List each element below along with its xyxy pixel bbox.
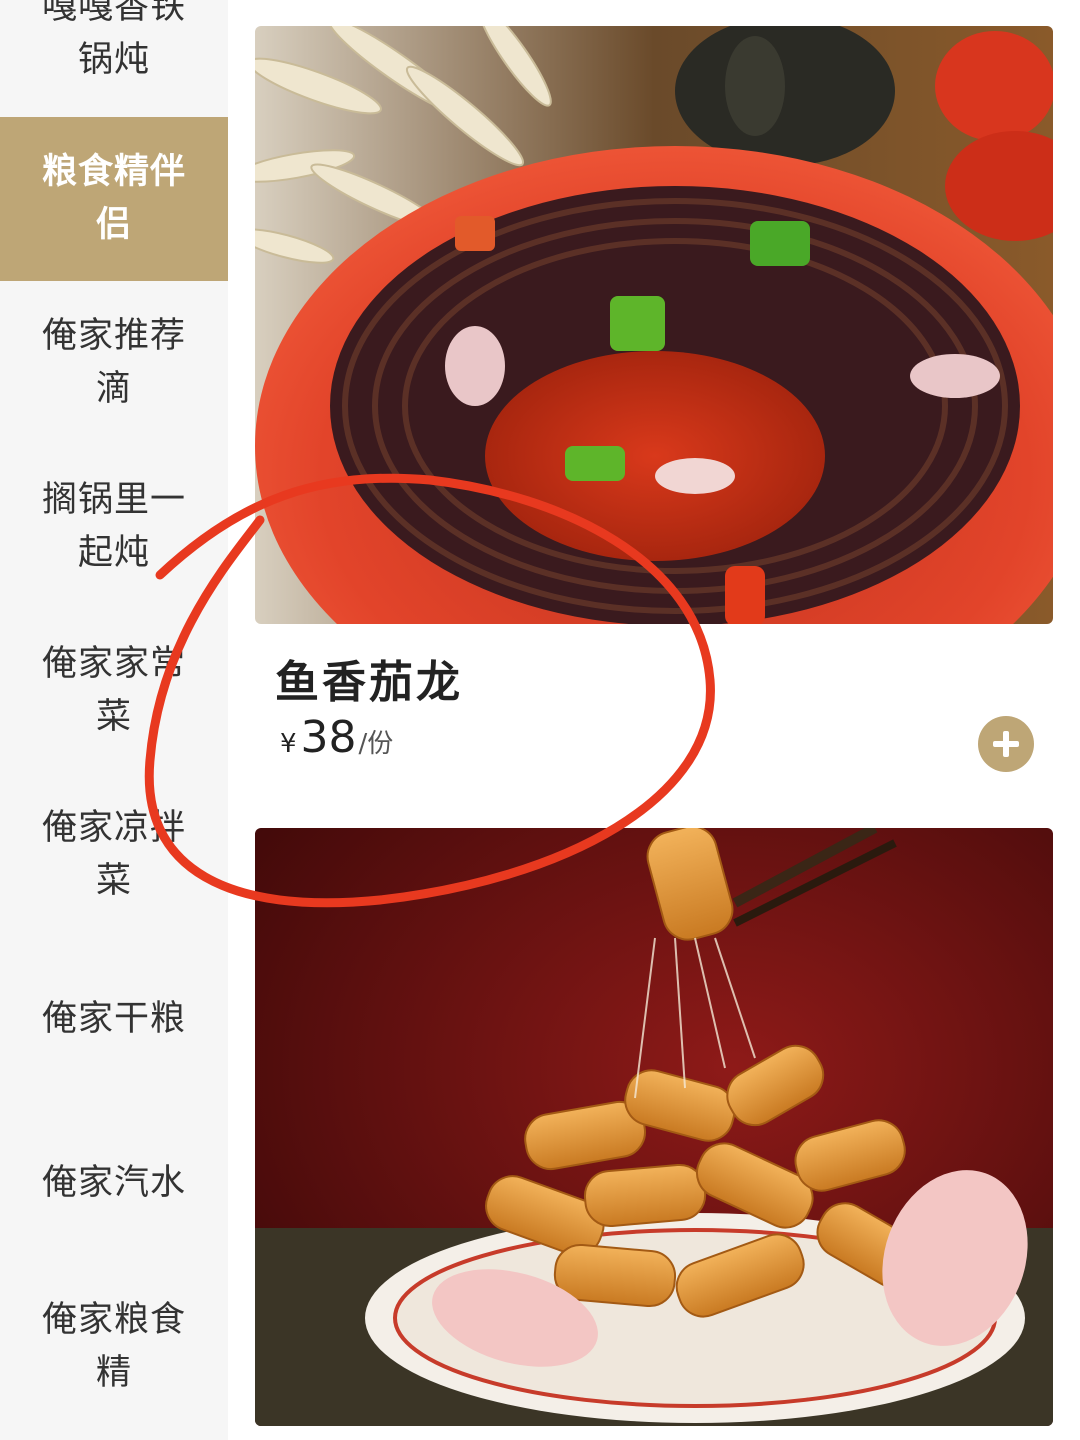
sweet-sour-pork-photo[interactable] xyxy=(255,828,1053,1426)
sidebar-item-label: 俺家干粮 xyxy=(41,998,186,1039)
dish-price: ¥ 38 /份 xyxy=(280,712,393,763)
sidebar-item-label: 俺家粮食精 xyxy=(41,1300,186,1393)
sidebar-item-label: 俺家凉拌菜 xyxy=(41,808,186,901)
menu-app: 嘎嘎香铁锅炖 粮食精伴侣 俺家推荐滴 搁锅里一起炖 俺家家常菜 俺家凉拌菜 俺家… xyxy=(0,0,1080,1440)
dish-list[interactable]: 鱼香茄龙 ¥ 38 /份 xyxy=(228,0,1080,1440)
sidebar-item-label: 俺家推荐滴 xyxy=(41,316,186,409)
add-to-cart-button[interactable] xyxy=(978,716,1034,772)
sidebar-item-label: 嘎嘎香铁锅炖 xyxy=(41,0,186,80)
plus-icon xyxy=(993,731,1019,757)
sidebar-item-ganliang[interactable]: 俺家干粮 xyxy=(0,937,228,1101)
sidebar-item-jiachangcai[interactable]: 俺家家常菜 xyxy=(0,609,228,773)
price-value: 38 xyxy=(300,712,357,763)
sidebar-item-tieguodun[interactable]: 嘎嘎香铁锅炖 xyxy=(0,0,228,98)
currency-symbol: ¥ xyxy=(280,729,297,759)
sidebar-item-label: 搁锅里一起炖 xyxy=(41,480,186,573)
price-unit: /份 xyxy=(358,729,394,759)
dish-name: 鱼香茄龙 xyxy=(275,657,463,708)
sidebar-item-yiqidun[interactable]: 搁锅里一起炖 xyxy=(0,445,228,609)
sidebar-item-liangshijing[interactable]: 俺家粮食精 xyxy=(0,1265,228,1429)
sidebar-item-label: 俺家家常菜 xyxy=(41,644,186,737)
sidebar-item-liangshijing-banlv[interactable]: 粮食精伴侣 xyxy=(0,117,228,281)
sidebar-item-tuijian[interactable]: 俺家推荐滴 xyxy=(0,281,228,445)
sidebar-item-label: 粮食精伴侣 xyxy=(41,152,186,245)
category-sidebar[interactable]: 嘎嘎香铁锅炖 粮食精伴侣 俺家推荐滴 搁锅里一起炖 俺家家常菜 俺家凉拌菜 俺家… xyxy=(0,0,228,1440)
sidebar-item-qishui[interactable]: 俺家汽水 xyxy=(0,1101,228,1265)
sidebar-item-liangbancai[interactable]: 俺家凉拌菜 xyxy=(0,773,228,937)
stuffed-eggplant-photo[interactable] xyxy=(255,26,1053,624)
sidebar-item-label: 俺家汽水 xyxy=(41,1162,186,1203)
